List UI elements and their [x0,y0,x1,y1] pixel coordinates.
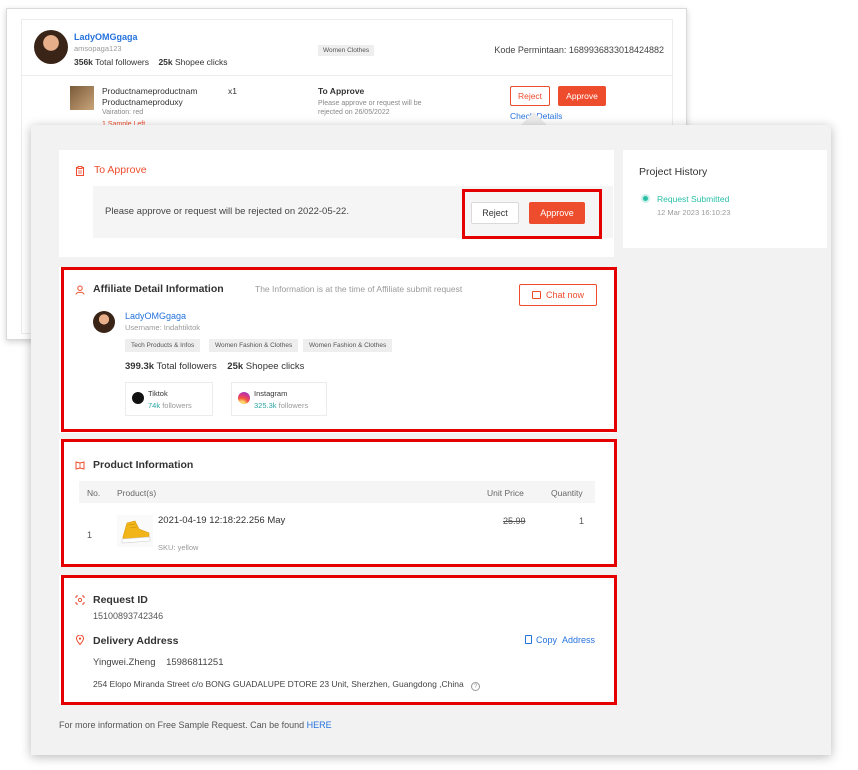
category-tag: Women Clothes [318,45,375,56]
request-code: Kode Permintaan: 1689936833018424882 [494,45,664,55]
to-approve-title: To Approve [94,164,147,176]
project-history-card: Project History Request Submitted 12 Mar… [623,150,827,248]
product-thumbnail [70,86,94,110]
background-affiliate-row: LadyOMGgaga amsopaga123 356k Total follo… [22,20,672,76]
history-item-label: Request Submitted [657,194,730,204]
request-detail-panel: To Approve Please approve or request wil… [31,125,831,755]
product-quantity: x1 [228,86,237,96]
product-name: Productnameproductnam Productnameproduxy [102,86,198,107]
followers-label: Total followers [95,57,149,67]
clipboard-icon [76,166,84,176]
footer-note: For more information on Free Sample Requ… [59,720,332,730]
approve-notice-text: Please approve or request will be reject… [105,206,349,217]
followers-count: 356k [74,57,93,67]
highlight-product-section [61,439,617,567]
affiliate-username: amsopaga123 [74,44,122,53]
callout-pointer [520,112,548,126]
project-history-title: Project History [639,166,708,178]
product-variation: Vairation: red [102,109,144,116]
highlight-approve-actions [462,189,602,239]
avatar [34,30,68,64]
highlight-affiliate-section [61,267,617,432]
affiliate-name-link[interactable]: LadyOMGgaga [74,32,138,42]
affiliate-stats: 356k Total followers 25k Shopee clicks [74,57,227,67]
footer-text: For more information on Free Sample Requ… [59,720,305,730]
footer-here-link[interactable]: HERE [307,720,332,730]
approve-button[interactable]: Approve [558,86,606,106]
status-description: Please approve or request will be reject… [318,100,422,116]
clicks-count: 25k [158,57,173,67]
status-dot-icon [641,194,650,203]
status-title: To Approve [318,86,365,96]
history-item-time: 12 Mar 2023 16:10:23 [657,208,731,217]
request-code-label: Kode Permintaan: [494,45,567,55]
highlight-request-section [61,575,617,705]
reject-button[interactable]: Reject [510,86,550,106]
request-code-value: 1689936833018424882 [568,45,664,55]
clicks-label: Shopee clicks [175,57,228,67]
